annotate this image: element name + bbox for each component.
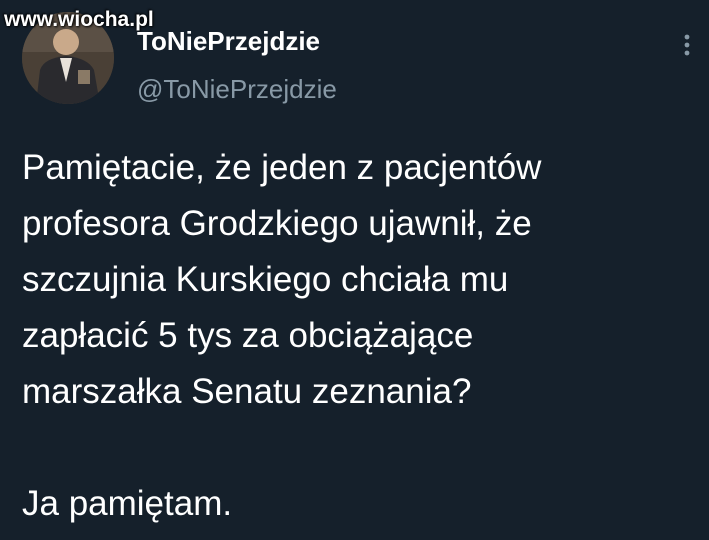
tweet-line: Ja pamiętam. (22, 484, 233, 523)
tweet-line: szczujnia Kurskiego chciała mu (22, 260, 509, 299)
tweet-line: zapłacić 5 tys za obciążające (22, 316, 474, 355)
tweet-line: marszałka Senatu zeznania? (22, 372, 472, 411)
watermark: www.wiocha.pl (4, 8, 154, 31)
tweet-text: Pamiętacie, że jeden z pacjentów profeso… (22, 140, 692, 532)
tweet-line: Pamiętacie, że jeden z pacjentów (22, 148, 542, 187)
paragraph-break (22, 420, 692, 476)
author-handle[interactable]: @ToNiePrzejdzie (137, 74, 337, 105)
tweet-card: www.wiocha.pl ToNiePrzejdzie @ToNiePrzej… (0, 0, 709, 540)
more-options-button[interactable] (672, 28, 702, 68)
tweet-line: profesora Grodzkiego ujawnił, że (22, 204, 532, 243)
author-display-name[interactable]: ToNiePrzejdzie (137, 26, 320, 57)
vertical-ellipsis-icon (684, 34, 690, 56)
